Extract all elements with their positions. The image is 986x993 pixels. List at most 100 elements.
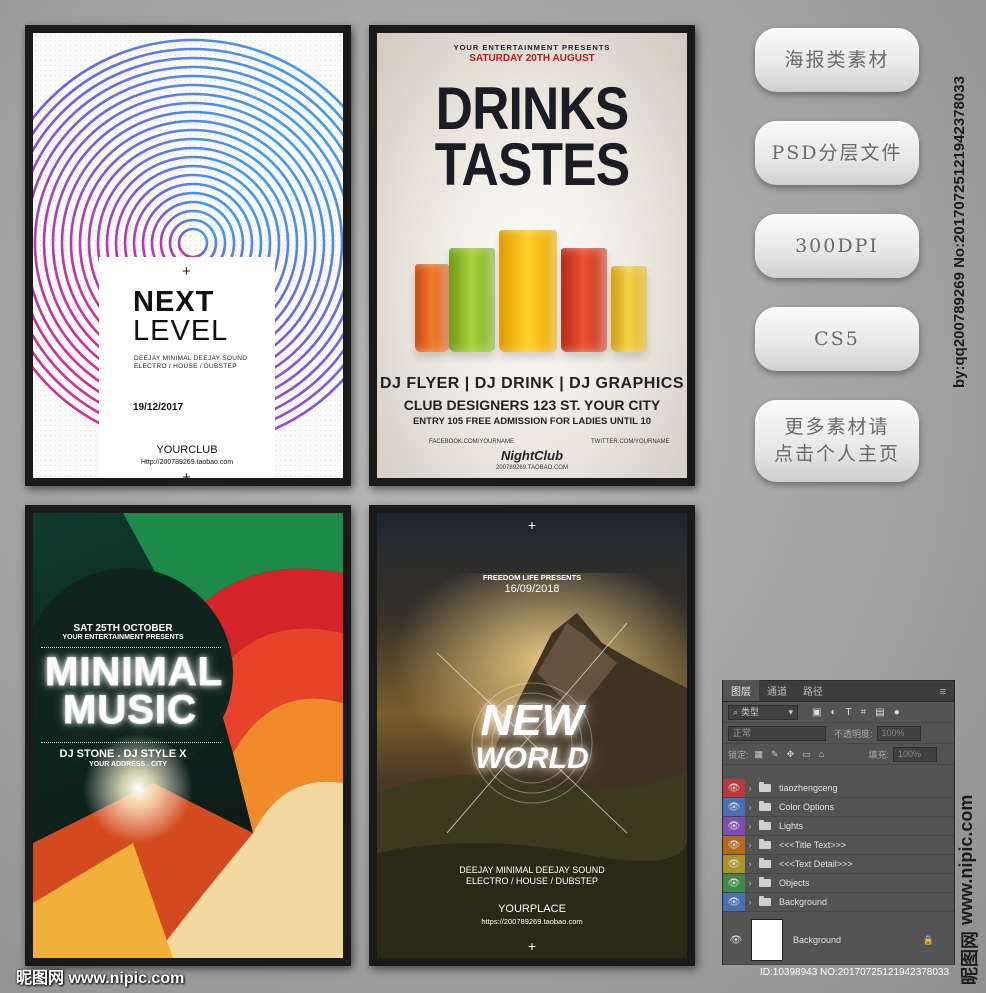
- dotted-divider-top: [41, 647, 221, 648]
- poster-title-line2: TASTES: [434, 131, 630, 198]
- chevron-right-icon[interactable]: ›: [745, 897, 755, 907]
- lock-artboard-icon[interactable]: ▭: [802, 749, 811, 760]
- poster-date: 16/09/2018: [504, 583, 560, 595]
- layer-name: Lights: [779, 821, 804, 831]
- dotted-divider-bottom: [41, 742, 221, 743]
- vertical-site-url: www.nipic.com: [956, 794, 976, 925]
- poster-presents: YOUR ENTERTAINMENT PRESENTS: [453, 43, 611, 52]
- folder-icon: [759, 782, 771, 792]
- poster-url: 200789269.TAOBAO.COM: [496, 465, 568, 471]
- filter-row: ⌕ 类型 ▾ ▣ ◐ T ⌗ ▤ ●: [723, 702, 954, 723]
- tab-channels[interactable]: 通道: [759, 680, 795, 701]
- button-more-material[interactable]: 更多素材请 点击个人主页: [755, 400, 919, 482]
- chevron-right-icon[interactable]: ›: [745, 802, 755, 812]
- poster-presents: YOUR ENTERTAINMENT PRESENTS: [62, 634, 184, 641]
- poster-url: Http://200789269.taobao.com: [140, 459, 234, 466]
- facebook-text: FACEBOOK.COM/YOURNAME: [429, 439, 515, 445]
- tab-layers[interactable]: 图层: [723, 680, 759, 701]
- info-card: + NEXT LEVEL DEEJAY MINIMAL DEEJAY SOUND…: [99, 257, 275, 478]
- button-poster-material[interactable]: 海报类素材: [755, 28, 919, 92]
- poster-minimal-music: SAT 25TH OCTOBER YOUR ENTERTAINMENT PRES…: [33, 513, 343, 958]
- poster-date: SATURDAY 20TH AUGUST: [469, 53, 595, 64]
- layer-name: Background: [793, 935, 842, 945]
- lock-transparent-icon[interactable]: ▦: [755, 749, 764, 760]
- filter-kind-label: 类型: [741, 706, 760, 717]
- eye-icon[interactable]: 👁: [723, 916, 749, 964]
- layer-row[interactable]: 👁 › tiaozhengceng: [723, 779, 954, 798]
- lock-position-icon[interactable]: ✥: [787, 749, 795, 760]
- eye-icon[interactable]: 👁: [723, 817, 745, 835]
- eye-icon[interactable]: 👁: [723, 798, 745, 816]
- color-stripes-graphic: [33, 513, 343, 958]
- layer-row[interactable]: 👁 › <<<Title Text>>>: [723, 836, 954, 855]
- vertical-author-id: by:qq200789269 No:20170725121942378033: [951, 76, 968, 388]
- eye-icon[interactable]: 👁: [723, 874, 745, 892]
- poster-frame-4: + FREEDOM LIFE PRESENTS 16/09/2018 NEW W…: [369, 505, 695, 966]
- lock-icon: 🔒: [922, 934, 934, 945]
- lock-paint-icon[interactable]: ✎: [771, 749, 779, 760]
- layer-row[interactable]: 👁 › Lights: [723, 817, 954, 836]
- blend-mode-value: 正常: [733, 727, 752, 738]
- chevron-right-icon[interactable]: ›: [745, 840, 755, 850]
- opacity-input[interactable]: 100%: [876, 725, 921, 741]
- layer-row[interactable]: 👁 › <<<Text Detail>>>: [723, 855, 954, 874]
- glass-yellow: [499, 230, 557, 352]
- twitter-text: TWITTER.COM/YOURNAME: [591, 439, 670, 445]
- glass-gold: [611, 266, 647, 352]
- chevron-right-icon[interactable]: ›: [745, 859, 755, 869]
- poster-place: YOURPLACE: [498, 903, 566, 915]
- filter-kind-select[interactable]: ⌕ 类型 ▾: [728, 704, 798, 720]
- layer-name: <<<Title Text>>>: [779, 840, 847, 850]
- poster-date: SAT 25TH OCTOBER: [73, 623, 173, 634]
- poster-entry-line: ENTRY 105 FREE ADMISSION FOR LADIES UNTI…: [412, 416, 652, 427]
- poster-drinks-tastes: YOUR ENTERTAINMENT PRESENTS SATURDAY 20T…: [377, 33, 687, 478]
- poster-subline-1: DEEJAY MINIMAL DEEJAY SOUND: [459, 865, 605, 875]
- poster-subline-2: ELECTRO / HOUSE / DUBSTEP: [465, 876, 599, 886]
- layer-name: Color Options: [779, 802, 835, 812]
- poster-title-line1: NEXT: [133, 286, 215, 318]
- button-psd-layered[interactable]: PSD分层文件: [755, 121, 919, 185]
- eye-icon[interactable]: 👁: [723, 893, 745, 911]
- layer-row[interactable]: 👁 › Color Options: [723, 798, 954, 817]
- button-label: 300DPI: [795, 234, 879, 257]
- glass-green: [449, 248, 495, 352]
- fill-label: 填充:: [868, 749, 889, 760]
- chevron-right-icon[interactable]: ›: [745, 783, 755, 793]
- poster-title-line2: MUSIC: [63, 688, 197, 732]
- filter-toggle-icon[interactable]: ●: [894, 707, 900, 718]
- lock-all-icon[interactable]: ⌂: [819, 749, 824, 760]
- plus-mark-bottom: +: [527, 938, 537, 954]
- poster-address: YOUR ADDRESS . CITY: [89, 761, 167, 768]
- button-300dpi[interactable]: 300DPI: [755, 214, 919, 278]
- button-cs5[interactable]: CS5: [755, 307, 919, 371]
- layer-name: Background: [779, 897, 828, 907]
- eye-icon[interactable]: 👁: [723, 836, 745, 854]
- folder-icon: [759, 877, 771, 887]
- chevron-right-icon[interactable]: ›: [745, 878, 755, 888]
- poster-subline-1: DEEJAY MINIMAL DEEJAY SOUND: [134, 355, 248, 362]
- eye-icon[interactable]: 👁: [723, 779, 745, 797]
- watermark-logo: 昵图网 www.nipic.com: [16, 970, 185, 987]
- poster-dj-line: DJ FLYER | DJ DRINK | DJ GRAPHICS: [377, 375, 687, 393]
- hamburger-icon[interactable]: ≡: [932, 683, 954, 701]
- eye-icon[interactable]: 👁: [723, 855, 745, 873]
- tab-paths[interactable]: 路径: [795, 680, 831, 701]
- blend-mode-select[interactable]: 正常: [728, 725, 826, 741]
- poster-frame-2: YOUR ENTERTAINMENT PRESENTS SATURDAY 20T…: [369, 25, 695, 486]
- adjustment-filter-icon[interactable]: ◐: [830, 707, 836, 718]
- chevron-right-icon[interactable]: ›: [745, 821, 755, 831]
- fill-input[interactable]: 100%: [893, 746, 937, 762]
- folder-icon: [759, 801, 771, 811]
- poster-djs: DJ STONE . DJ STYLE X: [59, 748, 187, 760]
- blend-row: 正常 不透明度: 100%: [723, 723, 954, 744]
- image-filter-icon[interactable]: ▣: [812, 707, 821, 718]
- layer-row[interactable]: 👁 › Background: [723, 893, 954, 912]
- smart-object-filter-icon[interactable]: ▤: [875, 707, 884, 718]
- shape-filter-icon[interactable]: ⌗: [861, 707, 867, 718]
- layer-row-background[interactable]: 👁 Background 🔒: [723, 916, 954, 965]
- layer-row[interactable]: 👁 › Objects: [723, 874, 954, 893]
- poster-new-world: + FREEDOM LIFE PRESENTS 16/09/2018 NEW W…: [377, 513, 687, 958]
- type-filter-icon[interactable]: T: [846, 707, 852, 718]
- poster-title-line1: DRINKS: [435, 75, 630, 142]
- plus-mark-bottom: +: [182, 469, 191, 478]
